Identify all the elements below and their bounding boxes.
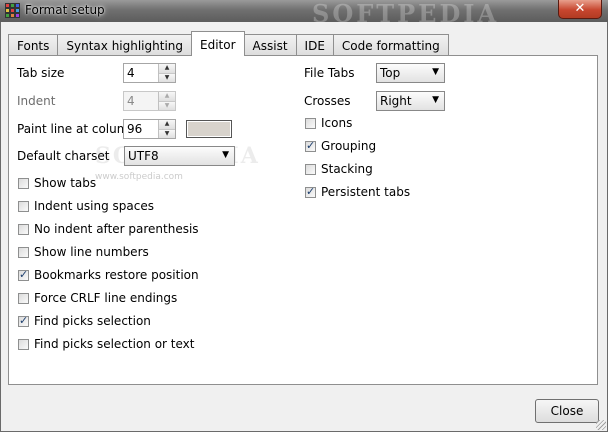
spin-up-icon[interactable]: ▲ bbox=[159, 120, 175, 130]
checkbox-label: Find picks selection bbox=[34, 314, 151, 328]
checkbox-box[interactable]: ✓ bbox=[18, 313, 29, 327]
no-indent-after-parenthesis-checkbox[interactable]: No indent after parenthesis bbox=[18, 222, 199, 236]
file-tabs-select[interactable]: Top ▼ bbox=[376, 63, 445, 83]
checkbox-label: No indent after parenthesis bbox=[34, 222, 199, 236]
checkbox-label: Bookmarks restore position bbox=[34, 268, 199, 282]
indent-value: 4 bbox=[127, 94, 135, 108]
checkbox-box[interactable] bbox=[18, 338, 29, 350]
chevron-down-icon: ▼ bbox=[432, 95, 439, 105]
checkbox-label: Indent using spaces bbox=[34, 199, 154, 213]
editor-panel bbox=[8, 55, 598, 385]
checkbox-box[interactable]: ✓ bbox=[18, 267, 29, 281]
tab-syntax-highlighting[interactable]: Syntax highlighting bbox=[57, 34, 193, 56]
checkbox-label: Grouping bbox=[321, 139, 377, 153]
tab-fonts[interactable]: Fonts bbox=[8, 34, 59, 56]
close-button[interactable]: Close bbox=[535, 399, 599, 423]
checkbox-label: Force CRLF line endings bbox=[34, 291, 178, 305]
checkbox-box[interactable]: ✓ bbox=[305, 184, 316, 198]
checkbox-label: Persistent tabs bbox=[321, 185, 411, 199]
spin-up-icon: ▲ bbox=[159, 92, 175, 102]
indent-label: Indent bbox=[17, 94, 56, 108]
window-close-button[interactable]: ✕ bbox=[558, 0, 602, 19]
title-bar: Format setup SOFTPEDIA ✕ bbox=[0, 0, 608, 28]
tab-editor[interactable]: Editor bbox=[191, 31, 245, 56]
crosses-select[interactable]: Right ▼ bbox=[376, 91, 445, 111]
chevron-down-icon: ▼ bbox=[222, 150, 229, 160]
spin-down-icon[interactable]: ▼ bbox=[159, 129, 175, 138]
tab-size-value[interactable]: 4 bbox=[127, 66, 135, 80]
checkbox-box[interactable] bbox=[18, 246, 29, 258]
paint-line-label: Paint line at column bbox=[17, 122, 137, 136]
check-icon: ✓ bbox=[19, 267, 29, 281]
spin-up-icon[interactable]: ▲ bbox=[159, 64, 175, 74]
show-line-numbers-checkbox[interactable]: Show line numbers bbox=[18, 245, 149, 259]
show-tabs-checkbox[interactable]: Show tabs bbox=[18, 176, 96, 190]
tab-assist[interactable]: Assist bbox=[243, 34, 297, 56]
tab-size-spinner[interactable]: 4 ▲ ▼ bbox=[123, 63, 176, 83]
watermark-url: www.softpedia.com bbox=[95, 172, 183, 182]
checkbox-box[interactable] bbox=[18, 292, 29, 304]
indent-spinner: 4 ▲ ▼ bbox=[123, 91, 176, 111]
paint-line-spinner[interactable]: 96 ▲ ▼ bbox=[123, 119, 176, 139]
paint-line-color-button[interactable] bbox=[186, 120, 232, 138]
indent-using-spaces-checkbox[interactable]: Indent using spaces bbox=[18, 199, 154, 213]
file-tabs-value: Top bbox=[380, 66, 401, 80]
check-icon: ✓ bbox=[306, 138, 316, 152]
tab-code-formatting[interactable]: Code formatting bbox=[332, 34, 449, 56]
checkbox-box[interactable] bbox=[305, 117, 316, 129]
icons-checkbox[interactable]: Icons bbox=[305, 116, 352, 130]
stacking-checkbox[interactable]: Stacking bbox=[305, 162, 373, 176]
spin-down-icon: ▼ bbox=[159, 101, 175, 110]
checkbox-box[interactable] bbox=[18, 177, 29, 189]
chevron-down-icon: ▼ bbox=[432, 67, 439, 77]
crosses-value: Right bbox=[380, 94, 412, 108]
checkbox-label: Icons bbox=[321, 116, 353, 130]
tab-ide[interactable]: IDE bbox=[295, 34, 334, 56]
paint-line-value[interactable]: 96 bbox=[127, 122, 142, 136]
default-charset-select[interactable]: UTF8 ▼ bbox=[124, 146, 235, 166]
checkbox-box[interactable] bbox=[305, 163, 316, 175]
checkbox-label: Show tabs bbox=[34, 176, 97, 190]
checkbox-box[interactable]: ✓ bbox=[305, 138, 316, 152]
force-crlf-checkbox[interactable]: Force CRLF line endings bbox=[18, 291, 177, 305]
resize-grip-icon[interactable] bbox=[596, 420, 606, 430]
checkbox-label: Find picks selection or text bbox=[34, 337, 195, 351]
tab-bar: Fonts Syntax highlighting Editor Assist … bbox=[8, 31, 449, 56]
grouping-checkbox[interactable]: ✓ Grouping bbox=[305, 139, 376, 153]
window-title: Format setup bbox=[25, 3, 105, 17]
file-tabs-label: File Tabs bbox=[304, 66, 355, 80]
app-icon bbox=[5, 3, 20, 18]
persistent-tabs-checkbox[interactable]: ✓ Persistent tabs bbox=[305, 185, 410, 199]
default-charset-label: Default charset bbox=[17, 149, 110, 163]
checkbox-box[interactable] bbox=[18, 223, 29, 235]
tab-size-label: Tab size bbox=[17, 66, 65, 80]
checkbox-box[interactable] bbox=[18, 200, 29, 212]
charset-value: UTF8 bbox=[128, 149, 159, 163]
spin-down-icon[interactable]: ▼ bbox=[159, 73, 175, 82]
bookmarks-restore-position-checkbox[interactable]: ✓ Bookmarks restore position bbox=[18, 268, 199, 282]
find-picks-selection-or-text-checkbox[interactable]: Find picks selection or text bbox=[18, 337, 195, 351]
checkbox-label: Stacking bbox=[321, 162, 373, 176]
check-icon: ✓ bbox=[19, 313, 29, 327]
checkbox-label: Show line numbers bbox=[34, 245, 149, 259]
crosses-label: Crosses bbox=[304, 94, 351, 108]
find-picks-selection-checkbox[interactable]: ✓ Find picks selection bbox=[18, 314, 151, 328]
check-icon: ✓ bbox=[306, 184, 316, 198]
